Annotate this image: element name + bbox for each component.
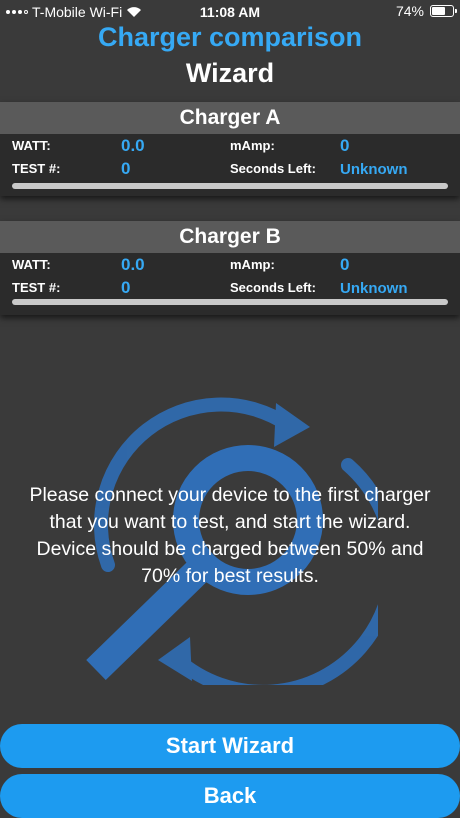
clock: 11:08 AM — [199, 4, 261, 20]
watt-value: 0.0 — [121, 255, 145, 274]
seconds-left-label: Seconds Left: — [230, 161, 316, 176]
charger-b-panel: Charger B WATT: 0.0 mAmp: 0 TEST #: 0 Se… — [0, 221, 460, 315]
instruction-text: Please connect your device to the first … — [29, 484, 431, 587]
watt-value: 0.0 — [121, 136, 145, 155]
back-button[interactable]: Back — [0, 774, 460, 818]
mamp-value: 0 — [340, 136, 350, 155]
charger-a-row-1: WATT: 0.0 mAmp: 0 — [0, 136, 460, 158]
battery-icon — [430, 5, 457, 17]
test-label: TEST #: — [12, 280, 61, 295]
mamp-label: mAmp: — [230, 138, 275, 153]
test-label: TEST #: — [12, 161, 61, 176]
watt-label: WATT: — [12, 138, 51, 153]
charger-b-row-2: TEST #: 0 Seconds Left: Unknown — [0, 278, 460, 300]
charger-a-panel: Charger A WATT: 0.0 mAmp: 0 TEST #: 0 Se… — [0, 102, 460, 196]
page-title: Charger comparison — [97, 22, 363, 52]
mamp-label: mAmp: — [230, 257, 275, 272]
charger-a-progress — [12, 183, 448, 189]
charger-a-row-2: TEST #: 0 Seconds Left: Unknown — [0, 159, 460, 181]
page-subtitle: Wizard — [185, 58, 275, 88]
mamp-value: 0 — [340, 255, 350, 274]
battery-group: 74% — [395, 3, 457, 19]
seconds-left-value: Unknown — [340, 280, 408, 297]
test-value: 0 — [121, 159, 131, 178]
watt-label: WATT: — [12, 257, 51, 272]
charger-b-progress — [12, 299, 448, 305]
seconds-left-label: Seconds Left: — [230, 280, 316, 295]
charger-b-title: Charger B — [0, 221, 460, 253]
battery-level — [432, 7, 446, 15]
charger-b-row-1: WATT: 0.0 mAmp: 0 — [0, 255, 460, 277]
charger-a-title: Charger A — [0, 102, 460, 134]
status-bar: T-Mobile Wi-Fi 11:08 AM 74% — [0, 0, 460, 24]
seconds-left-value: Unknown — [340, 161, 408, 178]
start-wizard-button[interactable]: Start Wizard — [0, 724, 460, 768]
battery-percent: 74% — [395, 3, 424, 19]
test-value: 0 — [121, 278, 131, 297]
